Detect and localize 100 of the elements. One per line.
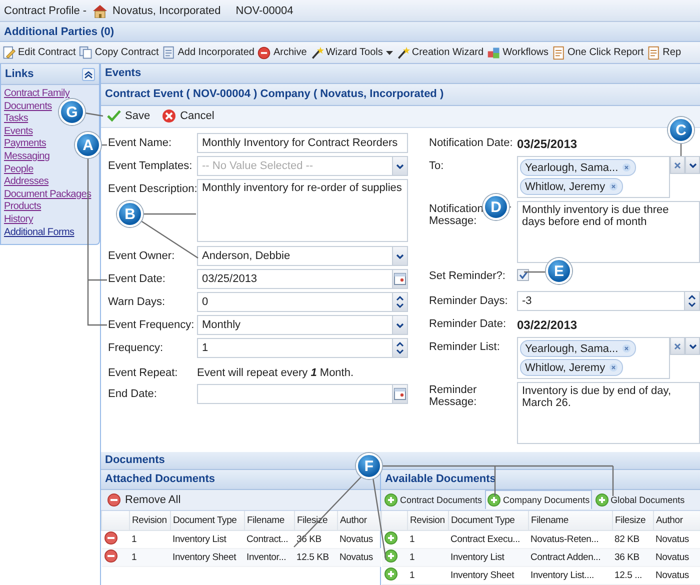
dropdown-field[interactable]: -- No Value Selected -- (197, 156, 392, 176)
column-header[interactable]: Author (654, 510, 700, 530)
dropdown-button[interactable] (392, 156, 408, 176)
sidebar-link[interactable]: Events (4, 126, 33, 138)
sidebar-link[interactable]: Payments (4, 138, 46, 151)
column-header[interactable]: Document Type (448, 510, 528, 530)
date-field[interactable] (197, 384, 392, 404)
table-cell: Contract... (244, 530, 294, 548)
remove-icon (609, 363, 618, 372)
column-header[interactable]: Revision (408, 510, 448, 530)
save-button[interactable]: Save (105, 110, 152, 122)
column-header[interactable]: Author (338, 510, 380, 530)
recipient-field[interactable]: Yearlough, Sama... Whitlow, Jeremy (517, 156, 670, 198)
dropdown-button[interactable] (392, 315, 408, 336)
sidebar-link[interactable]: Addresses (4, 176, 49, 189)
wand-icon (310, 46, 324, 60)
recipient-tag[interactable]: Yearlough, Sama... (520, 340, 636, 358)
field-label: Notification Message: (429, 202, 484, 228)
table-cell: 12.5 ... (612, 566, 654, 584)
recipient-tag[interactable]: Whitlow, Jeremy (520, 178, 624, 196)
sidebar-link[interactable]: People (4, 164, 34, 176)
sidebar-link[interactable]: History (4, 214, 34, 227)
sidebar-link[interactable]: Products (4, 201, 42, 214)
cancel-button[interactable]: Cancel (160, 109, 216, 124)
checkbox[interactable] (517, 269, 529, 282)
recipient-field[interactable]: Yearlough, Sama... Whitlow, Jeremy (517, 337, 670, 380)
clear-button[interactable] (670, 156, 685, 174)
remove-icon (609, 182, 618, 192)
toolbar-button[interactable]: Wizard Tools (308, 42, 394, 62)
dropdown-field[interactable]: Monthly (197, 315, 392, 336)
toolbar-button[interactable]: Archive (256, 42, 308, 62)
column-header[interactable]: Revision (130, 510, 170, 530)
remove-button[interactable] (104, 530, 118, 545)
tab[interactable]: Company Documents (485, 490, 592, 510)
recipient-tag[interactable]: Whitlow, Jeremy (520, 359, 624, 376)
number-field[interactable]: 1 (197, 338, 392, 358)
wand-icon (396, 46, 410, 60)
spinner-button[interactable] (684, 291, 700, 312)
tab[interactable]: Global Documents (592, 490, 687, 510)
spinner-button[interactable] (392, 338, 408, 358)
field-label: Reminder List: (429, 340, 501, 354)
check-icon (107, 110, 121, 122)
caret-icon (688, 162, 696, 168)
text-area[interactable]: Monthly inventory is due three days before end of month (517, 201, 700, 264)
dropdown-button[interactable] (685, 156, 700, 174)
sidebar-link[interactable]: Messaging (4, 150, 50, 164)
sidebar-link[interactable]: Tasks (4, 113, 28, 126)
caret-icon (386, 50, 393, 54)
up-down-arrows-icon (396, 341, 404, 356)
sidebar-link[interactable]: Contract Family (4, 88, 70, 101)
toolbar-button[interactable]: Add Incorporated (160, 42, 256, 62)
toolbar-button[interactable]: Edit Contract (1, 42, 77, 62)
dropdown-button[interactable] (685, 337, 700, 356)
field-label: Event Owner: (108, 249, 176, 262)
number-field[interactable]: -3 (517, 291, 684, 312)
column-header[interactable]: Filesize (612, 510, 654, 530)
close-icon (162, 109, 176, 124)
plus-circle-icon (384, 530, 398, 545)
spinner-button[interactable] (392, 292, 408, 312)
toolbar-button[interactable]: One Click Report (550, 42, 645, 62)
table-cell: 1 (408, 530, 448, 548)
recipient-tag[interactable]: Yearlough, Sama... (520, 159, 636, 176)
section-header: Additional Parties (0) (0, 22, 700, 42)
field-label: Event Description: (108, 182, 197, 196)
column-header[interactable]: Filename (528, 510, 612, 530)
toolbar-button[interactable]: Creation Wizard (394, 42, 485, 62)
sidebar-link[interactable]: Documents (4, 100, 52, 114)
number-field[interactable]: 0 (197, 292, 392, 312)
toolbar-button[interactable]: Workflows (486, 42, 550, 62)
add-button[interactable] (384, 566, 398, 581)
remove-icon (622, 163, 632, 172)
collapse-button[interactable] (82, 68, 95, 80)
table-cell: Novatus (654, 548, 700, 566)
column-header[interactable]: Document Type (170, 510, 244, 530)
report-icon (646, 46, 661, 60)
text-field[interactable]: Monthly Inventory for Contract Reorders (197, 133, 408, 154)
minus-circle-icon (107, 492, 121, 507)
sidebar-link[interactable]: Additional Forms (4, 226, 74, 240)
remove-all-button[interactable]: Remove All (105, 492, 183, 507)
add-button[interactable] (384, 548, 398, 563)
document-icon (162, 46, 176, 60)
calendar-button[interactable] (392, 269, 408, 290)
field-label: To: (429, 159, 445, 172)
add-button[interactable] (384, 530, 398, 545)
text-area[interactable]: Monthly inventory for re-order of supplies (197, 179, 408, 242)
panel-header: Attached Documents (101, 470, 380, 490)
tab[interactable]: Contract Documents (382, 490, 484, 510)
toolbar-button[interactable]: Rep (646, 42, 682, 62)
column-header[interactable]: Filename (244, 510, 294, 530)
field-label: Reminder Message: (429, 383, 478, 408)
clear-button[interactable] (670, 337, 685, 356)
text-area[interactable]: Inventory is due by end of day, March 26. (517, 382, 700, 444)
caret-icon (396, 322, 404, 328)
date-field[interactable]: 03/25/2013 (197, 269, 392, 290)
calendar-button[interactable] (392, 384, 408, 404)
page-title: Contract Profile - (4, 4, 87, 16)
dropdown-button[interactable] (392, 246, 408, 266)
remove-button[interactable] (104, 548, 118, 563)
toolbar-button[interactable]: Copy Contract (78, 42, 160, 62)
dropdown-field[interactable]: Anderson, Debbie (197, 246, 392, 266)
